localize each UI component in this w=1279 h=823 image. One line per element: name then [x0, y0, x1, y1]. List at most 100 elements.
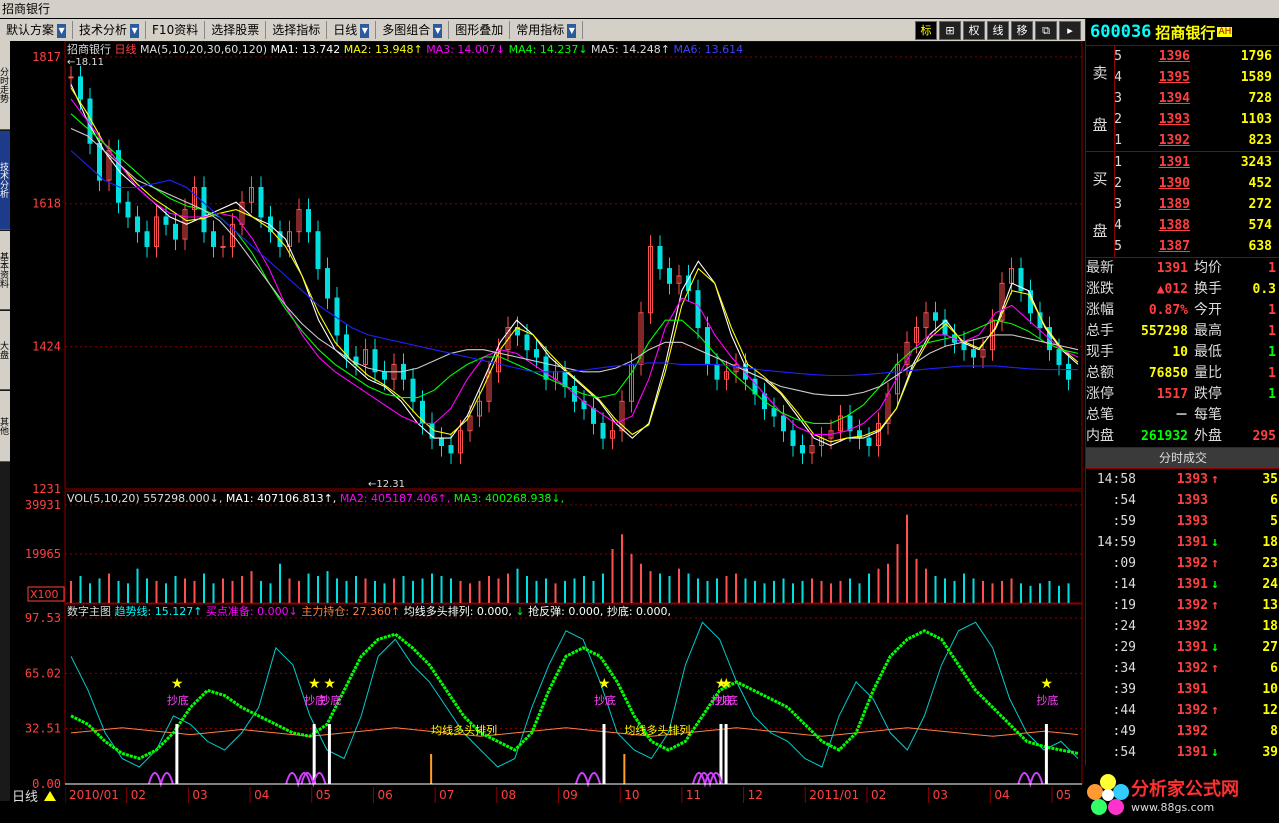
tick-time: 14:59: [1096, 535, 1136, 550]
sell-side-char: 盘: [1092, 116, 1108, 135]
sell-side-label: 卖盘: [1086, 46, 1115, 151]
tick-list[interactable]: 14:58 1393 ↑ 35:54 1393 6:59 1393 5 14:59 1391 ↓ 18…: [1086, 469, 1279, 805]
date-tick-label: 11: [686, 788, 701, 802]
indicator-item: 均线多头排列: 0.000,: [404, 604, 516, 618]
logo-text: 分析家公式网: [1131, 779, 1239, 800]
tick-row[interactable]: :54 1391 ↓ 39: [1086, 742, 1279, 763]
side-tab-4[interactable]: 其他: [0, 391, 10, 462]
date-tick-label: 2010/01: [69, 788, 119, 802]
chart-mode-button-3[interactable]: 线: [987, 21, 1009, 40]
tick-price: 1393: [1176, 493, 1208, 508]
level-volume: 1103: [1240, 112, 1272, 127]
toolbar-button-1[interactable]: 技术分析 ▼: [73, 21, 147, 39]
quote-label: 最低: [1194, 344, 1222, 360]
candle-body: [971, 349, 976, 358]
side-tab-2[interactable]: 基本资料: [0, 231, 10, 310]
tick-row[interactable]: :09 1392 ↑ 23: [1086, 553, 1279, 574]
header-ma-value: MA5: 14.248↑: [591, 43, 673, 56]
signal-label: 抄底: [167, 693, 189, 707]
toolbar-button-5[interactable]: 日线 ▼: [327, 21, 377, 39]
chart-mode-button-1[interactable]: ⊞: [939, 21, 961, 40]
quote-label: 最新: [1086, 260, 1114, 276]
dropdown-arrow-icon: ▼: [130, 23, 140, 38]
tick-row[interactable]: :14 1391 ↓ 24: [1086, 574, 1279, 595]
toolbar-button-8[interactable]: 常用指标 ▼: [510, 21, 584, 39]
tick-row[interactable]: :19 1392 ↑ 13: [1086, 595, 1279, 616]
quote-label: 跌停: [1194, 386, 1222, 402]
tick-row[interactable]: :29 1391 ↓ 27: [1086, 637, 1279, 658]
toolbar-button-4[interactable]: 选择指标: [266, 21, 328, 39]
tick-volume: 27: [1262, 640, 1278, 655]
date-tick-label: 04: [254, 788, 269, 802]
flower-logo-icon: [1087, 773, 1129, 815]
side-tab-0[interactable]: 分时走势: [0, 41, 10, 130]
toolbar-button-6[interactable]: 多图组合 ▼: [376, 21, 450, 39]
star-icon: ★: [720, 676, 733, 692]
quote-value: 1: [1268, 303, 1276, 318]
tick-row[interactable]: :24 1392 18: [1086, 616, 1279, 637]
chart-mode-button-2[interactable]: 权: [963, 21, 985, 40]
indicator-item: 抢反弹: 0.000,: [528, 604, 607, 618]
tick-row[interactable]: :54 1393 6: [1086, 490, 1279, 511]
arrow-up-icon: ↑: [1211, 661, 1219, 676]
toolbar-button-label: 选择股票: [211, 23, 260, 37]
quote-label: 外盘: [1194, 428, 1222, 444]
quote-label: 总额: [1086, 365, 1114, 381]
level-price: 1392: [1158, 133, 1190, 148]
toolbar-button-7[interactable]: 图形叠加: [449, 21, 511, 39]
kline-chart[interactable]: 1817 1618 1424 1231 招商银行 日线 MA(5,10,20,30,60…: [10, 41, 1085, 823]
tick-price: 1391: [1176, 577, 1208, 592]
indicator-name: 数字主图: [67, 604, 115, 618]
date-tick-label: 04: [994, 788, 1009, 802]
stock-name: 招商银行: [1155, 23, 1216, 42]
tick-volume: 6: [1270, 661, 1278, 676]
candle-body: [382, 371, 387, 380]
stock-code: 600036: [1090, 22, 1152, 42]
date-tick-label: 12: [748, 788, 763, 802]
tick-row[interactable]: :44 1392 ↑ 12: [1086, 700, 1279, 721]
arrow-up-icon: ↑: [1211, 598, 1219, 613]
indicator-item: 趋势线: 15.127↑: [115, 604, 206, 618]
indicator-tick-label: 0.00: [32, 777, 61, 791]
level-price: 1394: [1158, 91, 1190, 106]
signal-label: 抄底: [594, 693, 616, 707]
signal-label: 抄底: [319, 693, 341, 707]
tick-price: 1391: [1176, 640, 1208, 655]
indicator-item: 主力持仓: 27.360↑: [301, 604, 403, 618]
chart-mode-button-4[interactable]: 移: [1011, 21, 1033, 40]
tick-price: 1392: [1176, 661, 1208, 676]
chart-mode-button-6[interactable]: ▸: [1059, 21, 1081, 40]
volume-tick-label: 19965: [25, 547, 61, 561]
tick-volume: 8: [1270, 724, 1278, 739]
side-tab-3[interactable]: 大盘: [0, 311, 10, 390]
tick-row[interactable]: :59 1393 5: [1086, 511, 1279, 532]
quote-row: 涨幅 0.87% 今开 1: [1086, 300, 1279, 321]
tick-row[interactable]: :39 1391 10: [1086, 679, 1279, 700]
tick-time: :09: [1112, 556, 1136, 571]
price-tick-label: 1817: [32, 50, 61, 64]
header-ma-param: MA(5,10,20,30,60,120): [140, 43, 271, 56]
chart-mode-button-0[interactable]: 标: [915, 21, 937, 40]
chart-mode-button-5[interactable]: ⧉: [1035, 21, 1057, 40]
tick-price: 1392: [1176, 619, 1208, 634]
toolbar-button-0[interactable]: 默认方案 ▼: [0, 21, 74, 39]
toolbar-button-3[interactable]: 选择股票: [205, 21, 267, 39]
tick-row[interactable]: 14:59 1391 ↓ 18: [1086, 532, 1279, 553]
tick-row[interactable]: :34 1392 ↑ 6: [1086, 658, 1279, 679]
tick-volume: 6: [1270, 493, 1278, 508]
tick-price: 1393: [1176, 472, 1208, 487]
tick-header[interactable]: 分时成交: [1086, 448, 1279, 469]
volume-tick-label: 39931: [25, 498, 61, 512]
candle-body: [125, 201, 131, 218]
period-label[interactable]: 日线: [12, 790, 38, 805]
tick-row[interactable]: :49 1392 8: [1086, 721, 1279, 742]
candle-body: [315, 231, 321, 270]
arrow-up-icon: ↑: [1211, 472, 1219, 487]
tick-time: :19: [1112, 598, 1136, 613]
toolbar-button-2[interactable]: F10资料: [146, 21, 206, 39]
side-tab-1[interactable]: 技术分析: [0, 131, 10, 230]
level-price: 1389: [1158, 197, 1190, 212]
signal-label: 抄底: [716, 693, 738, 707]
quote-row: 总手 557298 最高 1: [1086, 321, 1279, 342]
tick-row[interactable]: 14:58 1393 ↑ 35: [1086, 469, 1279, 490]
